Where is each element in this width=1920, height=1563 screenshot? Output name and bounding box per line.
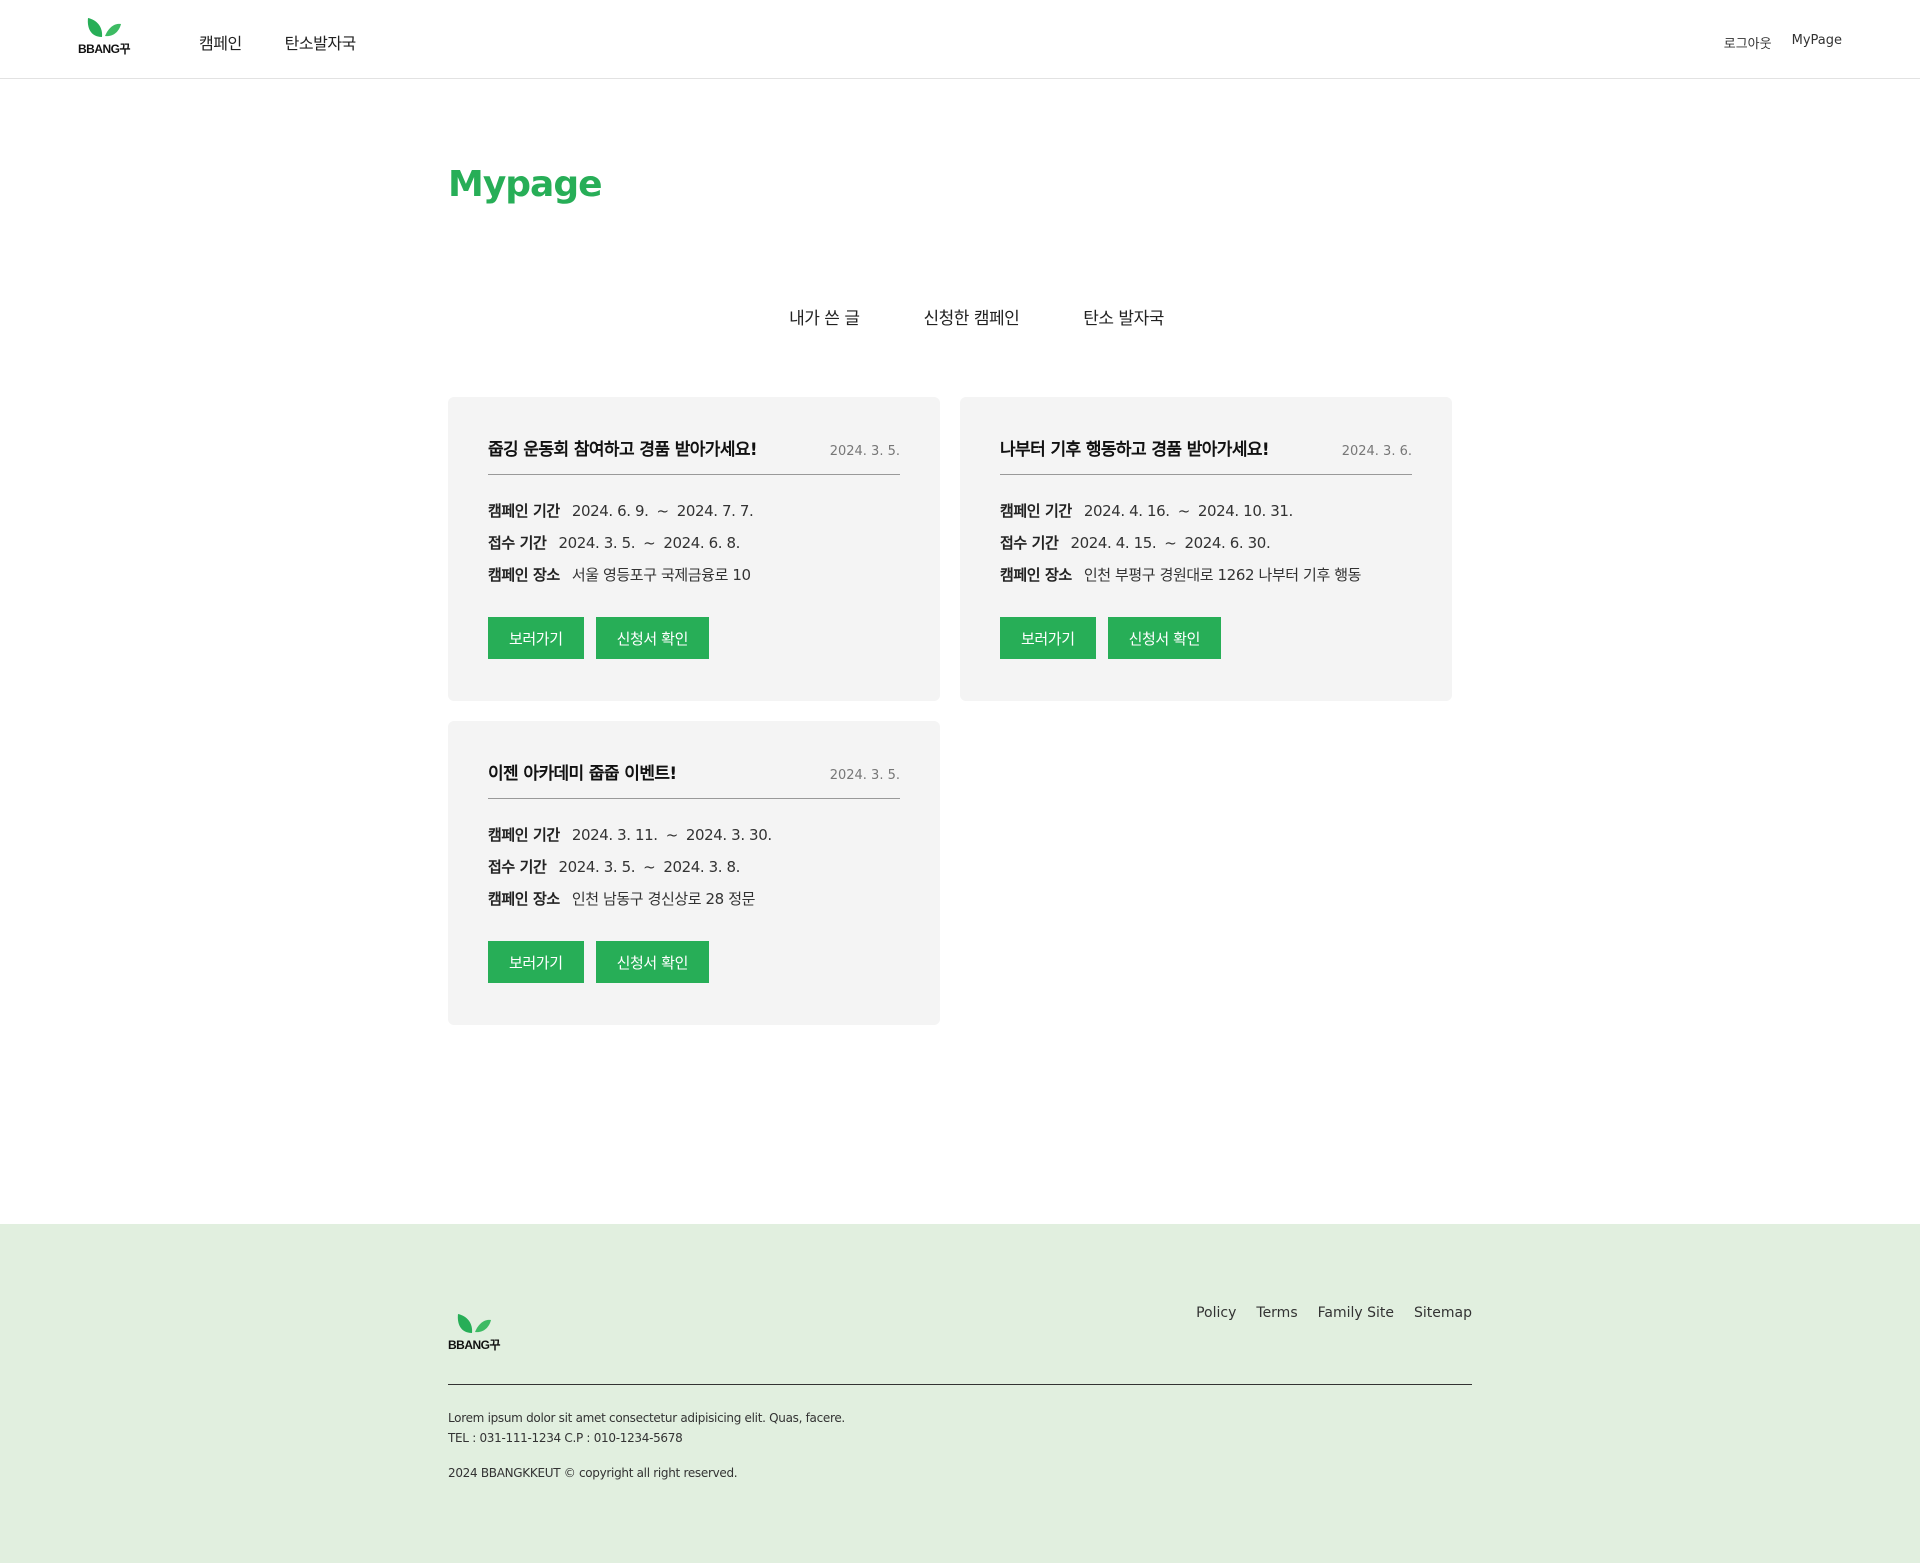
apply-end: 2024. 6. 30.	[1184, 534, 1271, 552]
card-title: 나부터 기후 행동하고 경품 받아가세요!	[1000, 440, 1270, 460]
apply-period-row: 접수 기간 2024. 4. 15. ~2024. 6. 30.	[1000, 527, 1412, 559]
card-header: 나부터 기후 행동하고 경품 받아가세요! 2024. 3. 6.	[1000, 435, 1412, 475]
campaign-period-label: 캠페인 기간	[488, 826, 560, 844]
apply-period-label: 접수 기간	[1000, 534, 1059, 552]
campaign-place-label: 캠페인 장소	[1000, 566, 1072, 584]
view-button[interactable]: 보러가기	[1000, 617, 1096, 659]
main-nav: 캠페인 탄소발자국	[199, 30, 356, 54]
campaign-place-label: 캠페인 장소	[488, 566, 560, 584]
page-title: Mypage	[448, 164, 603, 205]
card-date: 2024. 3. 5.	[829, 768, 900, 783]
tilde: ~	[1164, 534, 1177, 552]
campaign-period-row: 캠페인 기간 2024. 3. 11. ~2024. 3. 30.	[488, 819, 900, 851]
brand-name: BBANG꾸	[78, 42, 131, 56]
campaign-place: 서울 영등포구 국제금융로 10	[571, 566, 751, 584]
application-check-button[interactable]: 신청서 확인	[1107, 617, 1221, 659]
campaign-period-row: 캠페인 기간 2024. 4. 16. ~2024. 10. 31.	[1000, 495, 1412, 527]
footer-link-family-site[interactable]: Family Site	[1318, 1305, 1394, 1321]
footer-divider	[448, 1384, 1472, 1385]
footer-logo[interactable]: BBANG꾸	[448, 1312, 501, 1353]
util-nav: 로그아웃 MyPage	[1724, 33, 1842, 52]
apply-period-row: 접수 기간 2024. 3. 5. ~2024. 3. 8.	[488, 851, 900, 883]
apply-start: 2024. 4. 15.	[1070, 534, 1157, 552]
card-date: 2024. 3. 5.	[829, 444, 900, 459]
footer-info: Lorem ipsum dolor sit amet consectetur a…	[448, 1408, 845, 1448]
card-header: 이젠 아카데미 줍줍 이벤트! 2024. 3. 5.	[488, 759, 900, 799]
campaign-start: 2024. 4. 16.	[1083, 502, 1170, 520]
card-title: 줍깅 운동회 참여하고 경품 받아가세요!	[488, 440, 758, 460]
site-header: BBANG꾸 캠페인 탄소발자국 로그아웃 MyPage	[0, 0, 1920, 79]
nav-carbon-footprint[interactable]: 탄소발자국	[285, 30, 357, 54]
campaign-period-label: 캠페인 기간	[488, 502, 560, 520]
campaign-place: 인천 부평구 경원대로 1262 나부터 기후 행동	[1083, 566, 1362, 584]
tilde: ~	[656, 502, 670, 520]
footer-link-policy[interactable]: Policy	[1196, 1305, 1236, 1321]
campaign-end: 2024. 3. 30.	[685, 826, 772, 844]
apply-period-label: 접수 기간	[488, 858, 547, 876]
card-header: 줍깅 운동회 참여하고 경품 받아가세요! 2024. 3. 5.	[488, 435, 900, 475]
footer-copyright: 2024 BBANGKKEUT © copyright all right re…	[448, 1466, 738, 1480]
leaf-logo-icon	[457, 1314, 492, 1333]
view-button[interactable]: 보러가기	[488, 617, 584, 659]
mypage-tabs: 내가 쓴 글 신청한 캠페인 탄소 발자국	[0, 300, 1920, 333]
card-info: 캠페인 기간 2024. 6. 9. ~2024. 7. 7. 접수 기간 2024.…	[488, 495, 900, 591]
campaign-period-label: 캠페인 기간	[1000, 502, 1072, 520]
tilde: ~	[665, 826, 679, 844]
campaign-place-row: 캠페인 장소 인천 부평구 경원대로 1262 나부터 기후 행동	[1000, 559, 1412, 591]
tilde: ~	[1177, 502, 1191, 520]
footer-links: Policy Terms Family Site Sitemap	[1196, 1305, 1472, 1321]
leaf-logo-icon	[87, 18, 122, 37]
campaign-end: 2024. 7. 7.	[676, 502, 754, 520]
footer-link-sitemap[interactable]: Sitemap	[1414, 1305, 1472, 1321]
tab-carbon-footprint[interactable]: 탄소 발자국	[1067, 300, 1180, 333]
card-info: 캠페인 기간 2024. 3. 11. ~2024. 3. 30. 접수 기간 202…	[488, 819, 900, 915]
footer-contact: TEL : 031-111-1234 C.P : 010-1234-5678	[448, 1431, 683, 1445]
card-buttons: 보러가기 신청서 확인	[488, 941, 900, 983]
campaign-place: 인천 남동구 경신상로 28 정문	[571, 890, 756, 908]
card-date: 2024. 3. 6.	[1341, 444, 1412, 459]
campaign-start: 2024. 3. 11.	[571, 826, 658, 844]
campaign-start: 2024. 6. 9.	[571, 502, 649, 520]
footer-description: Lorem ipsum dolor sit amet consectetur a…	[448, 1411, 845, 1425]
campaign-card: 줍깅 운동회 참여하고 경품 받아가세요! 2024. 3. 5. 캠페인 기간…	[448, 397, 940, 701]
card-buttons: 보러가기 신청서 확인	[488, 617, 900, 659]
footer-link-terms[interactable]: Terms	[1256, 1305, 1297, 1321]
campaign-period-row: 캠페인 기간 2024. 6. 9. ~2024. 7. 7.	[488, 495, 900, 527]
application-check-button[interactable]: 신청서 확인	[595, 617, 709, 659]
tilde: ~	[643, 534, 656, 552]
apply-period-label: 접수 기간	[488, 534, 547, 552]
application-check-button[interactable]: 신청서 확인	[595, 941, 709, 983]
card-buttons: 보러가기 신청서 확인	[1000, 617, 1412, 659]
campaign-card: 이젠 아카데미 줍줍 이벤트! 2024. 3. 5. 캠페인 기간 2024. …	[448, 721, 940, 1025]
apply-end: 2024. 6. 8.	[663, 534, 741, 552]
campaign-place-row: 캠페인 장소 서울 영등포구 국제금융로 10	[488, 559, 900, 591]
card-title: 이젠 아카데미 줍줍 이벤트!	[488, 764, 677, 784]
campaign-place-label: 캠페인 장소	[488, 890, 560, 908]
tab-applied-campaigns[interactable]: 신청한 캠페인	[908, 300, 1036, 333]
nav-campaign[interactable]: 캠페인	[199, 30, 242, 54]
apply-period-row: 접수 기간 2024. 3. 5. ~2024. 6. 8.	[488, 527, 900, 559]
brand-name: BBANG꾸	[448, 1338, 501, 1352]
campaign-place-row: 캠페인 장소 인천 남동구 경신상로 28 정문	[488, 883, 900, 915]
view-button[interactable]: 보러가기	[488, 941, 584, 983]
tilde: ~	[643, 858, 656, 876]
card-info: 캠페인 기간 2024. 4. 16. ~2024. 10. 31. 접수 기간 20…	[1000, 495, 1412, 591]
apply-start: 2024. 3. 5.	[558, 858, 636, 876]
apply-start: 2024. 3. 5.	[558, 534, 636, 552]
mypage-link[interactable]: MyPage	[1792, 33, 1842, 52]
campaign-end: 2024. 10. 31.	[1197, 502, 1293, 520]
tab-my-posts[interactable]: 내가 쓴 글	[773, 300, 875, 333]
header-logo[interactable]: BBANG꾸	[78, 16, 131, 57]
apply-end: 2024. 3. 8.	[663, 858, 741, 876]
site-footer: BBANG꾸 Policy Terms Family Site Sitemap …	[0, 1224, 1920, 1563]
campaign-card: 나부터 기후 행동하고 경품 받아가세요! 2024. 3. 6. 캠페인 기간…	[960, 397, 1452, 701]
logout-link[interactable]: 로그아웃	[1724, 33, 1772, 52]
